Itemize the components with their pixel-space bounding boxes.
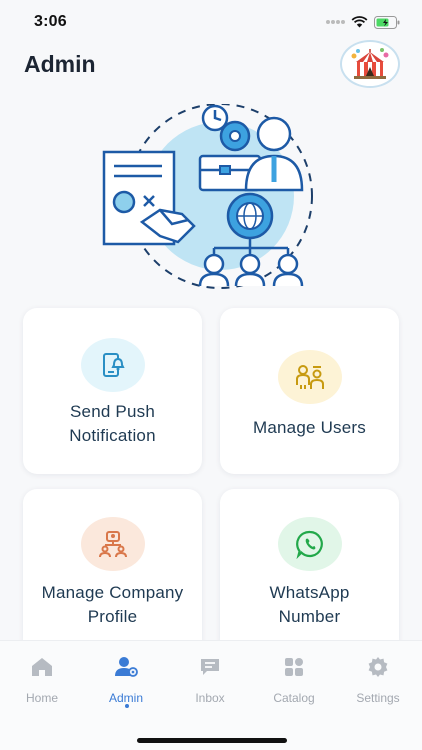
whatsapp-number-card[interactable]: WhatsApp Number — [220, 489, 399, 655]
tab-label: Settings — [356, 691, 400, 705]
page-title: Admin — [24, 50, 96, 77]
manage-company-profile-card[interactable]: Manage Company Profile — [23, 489, 202, 655]
card-label: Manage Users — [253, 418, 366, 437]
admin-icon — [114, 655, 138, 679]
home-icon — [30, 655, 54, 679]
wifi-icon — [351, 16, 368, 28]
status-time: 3:06 — [34, 13, 67, 30]
company-profile-icon — [80, 517, 145, 571]
users-icon — [277, 350, 342, 404]
signal-icon — [326, 20, 345, 24]
notification-icon — [80, 338, 145, 392]
card-label: Send Push Notification — [69, 402, 156, 445]
tab-label: Home — [25, 691, 58, 705]
status-icons — [325, 15, 400, 29]
header: Admin — [0, 36, 422, 92]
card-label: WhatsApp Number — [269, 583, 350, 626]
tab-inbox[interactable]: Inbox — [168, 655, 252, 715]
whatsapp-icon — [277, 517, 342, 571]
tab-home[interactable]: Home — [0, 655, 84, 715]
manage-users-card[interactable]: Manage Users — [220, 308, 399, 474]
active-tab-indicator — [125, 704, 129, 708]
send-push-notification-card[interactable]: Send Push Notification — [23, 308, 202, 474]
tab-settings[interactable]: Settings — [336, 655, 420, 715]
company-logo[interactable] — [340, 40, 400, 88]
tab-label: Admin — [108, 691, 143, 705]
admin-illustration — [98, 103, 324, 290]
catalog-icon — [282, 655, 306, 679]
card-label: Manage Company Profile — [41, 583, 184, 626]
bottom-tab-bar: Home Admin Inbox Catalog Settings — [0, 640, 422, 750]
admin-illustration-graphic — [102, 103, 313, 289]
tab-label: Inbox — [195, 691, 225, 705]
inbox-icon — [198, 655, 222, 679]
circus-tent-icon — [351, 48, 389, 79]
settings-icon — [366, 655, 390, 679]
tab-label: Catalog — [273, 691, 315, 705]
battery-icon — [374, 15, 400, 29]
home-indicator — [137, 738, 287, 743]
tab-catalog[interactable]: Catalog — [252, 655, 336, 715]
